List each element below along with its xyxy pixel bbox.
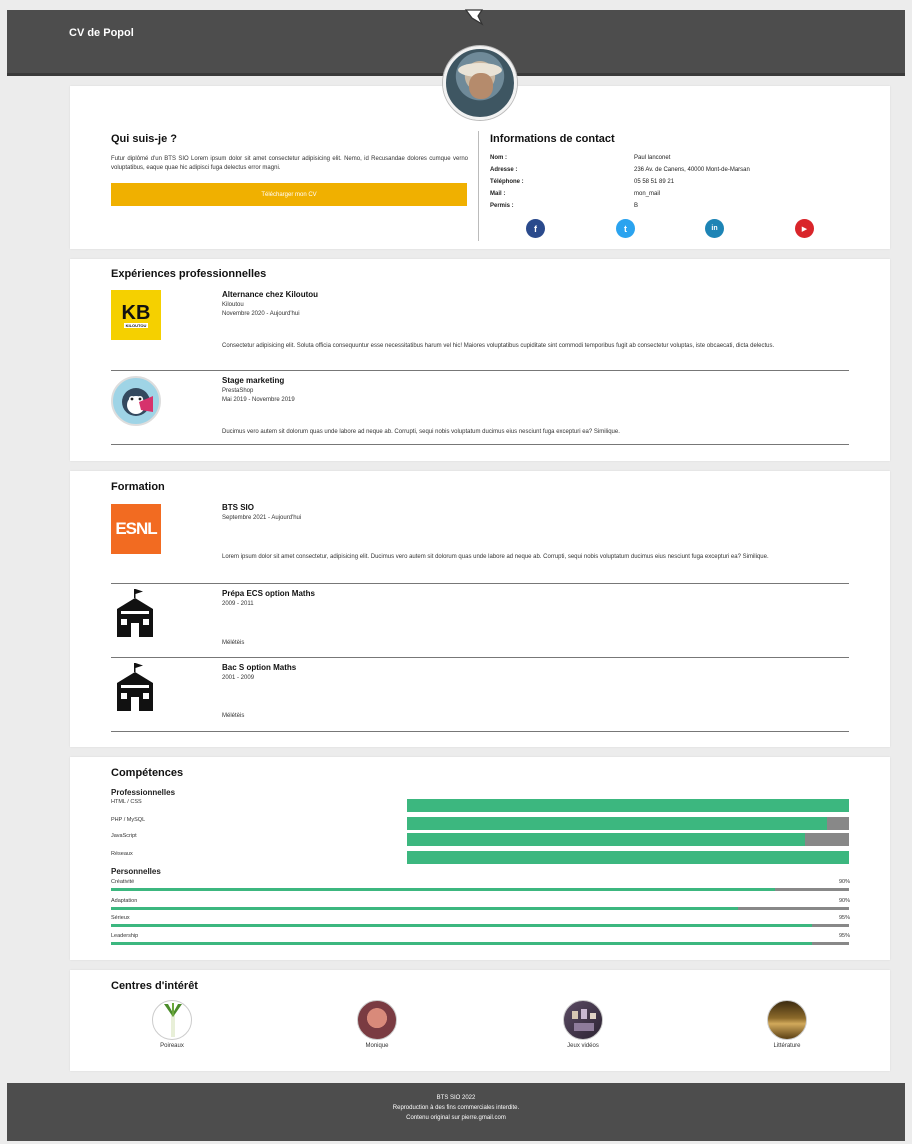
experiences-card: Expériences professionnelles KB KILOUTOU…: [70, 259, 890, 461]
skills-heading: Compétences: [111, 767, 184, 779]
skill-bar-fill: [407, 817, 827, 830]
personal-skills-heading: Personnelles: [111, 867, 161, 876]
experience-desc: Ducimus vero autem sit dolorum quas unde…: [222, 429, 620, 435]
prestashop-logo: [111, 376, 161, 426]
experience-dates: Novembre 2020 - Aujourd'hui: [222, 311, 300, 317]
about-heading: Qui suis-je ?: [111, 133, 178, 145]
skill-bar: [111, 942, 849, 945]
formation-title: Bac S option Maths: [222, 663, 297, 672]
about-text: Futur diplômé d'un BTS SIO Lorem ipsum d…: [111, 156, 468, 171]
divider: [111, 657, 849, 658]
formation-title: BTS SIO: [222, 503, 255, 512]
experience-dates: Mai 2019 - Novembre 2019: [222, 397, 295, 403]
skill-label: Adaptation: [111, 898, 138, 904]
avatar: [443, 46, 517, 120]
skill-bar: [111, 924, 849, 927]
skill-label: Leadership: [111, 933, 139, 939]
skill-label: JavaScript: [111, 833, 137, 839]
footer-line: Reproduction à des fins commerciales int…: [392, 1105, 520, 1111]
skill-bar-fill: [111, 907, 739, 910]
skill-percent: 90%: [838, 879, 850, 885]
formation-card: Formation ESNL BTS SIO Septembre 2021 - …: [70, 471, 890, 747]
interest-caption: Poireaux: [160, 1043, 184, 1049]
skill-percent: 95%: [838, 915, 850, 921]
leek-image: [152, 1000, 192, 1040]
skill-bar: [111, 907, 849, 910]
skill-bar-fill: [111, 888, 776, 891]
esnl-logo: ESNL: [111, 504, 161, 554]
youtube-icon[interactable]: ▶: [795, 219, 814, 238]
interest-caption: Monique: [365, 1043, 389, 1049]
interest-item: Poireaux: [132, 1000, 212, 1058]
formation-desc: Mélétèis: [222, 713, 245, 719]
skill-label: Réseaux: [111, 851, 133, 857]
interest-caption: Littérature: [773, 1043, 801, 1049]
divider: [111, 583, 849, 584]
video-games-image: [563, 1000, 603, 1040]
skill-bar-fill: [407, 799, 849, 812]
facebook-icon[interactable]: f: [526, 219, 545, 238]
skill-bar-fill: [407, 851, 849, 864]
formation-dates: 2009 - 2011: [222, 601, 254, 607]
interest-item: Littérature: [747, 1000, 827, 1058]
linkedin-icon[interactable]: in: [705, 219, 724, 238]
experience-title: Alternance chez Kiloutou: [222, 290, 319, 299]
twitter-icon[interactable]: t: [616, 219, 635, 238]
kiloutou-logo: KB KILOUTOU: [111, 290, 161, 340]
experience-company: PrestaShop: [222, 388, 254, 394]
skill-bar: [407, 799, 849, 812]
skill-bar: [111, 888, 849, 891]
divider: [111, 370, 849, 371]
skill-bar-fill: [111, 942, 813, 945]
skill-bar: [407, 851, 849, 864]
pro-skills-heading: Professionnelles: [111, 788, 176, 797]
download-cv-button[interactable]: Télécharger mon CV: [111, 183, 467, 206]
formation-title: Prépa ECS option Maths: [222, 589, 315, 598]
literature-image: [767, 1000, 807, 1040]
experiences-heading: Expériences professionnelles: [111, 268, 267, 280]
divider: [111, 731, 849, 732]
experience-title: Stage marketing: [222, 376, 285, 385]
formation-desc: Lorem ipsum dolor sit amet consectetur, …: [222, 554, 769, 560]
skill-label: Sérieux: [111, 915, 130, 921]
skill-label: HTML / CSS: [111, 799, 142, 805]
skill-percent: 90%: [838, 898, 850, 904]
about-divider: [478, 131, 479, 241]
interest-item: Monique: [337, 1000, 417, 1058]
school-icon: [117, 589, 153, 637]
experience-desc: Consectetur adipisicing elit. Soluta off…: [222, 343, 775, 349]
school-icon: [117, 663, 153, 711]
skill-bar: [407, 833, 849, 846]
interests-card: Centres d'intérêt Poireaux Monique Jeux …: [70, 970, 890, 1071]
skill-label: PHP / MySQL: [111, 817, 146, 823]
interest-caption: Jeux vidéos: [567, 1043, 599, 1049]
divider: [111, 444, 849, 445]
formation-dates: 2001 - 2009: [222, 675, 255, 681]
monique-image: [357, 1000, 397, 1040]
cursor-icon: [464, 9, 484, 26]
footer-line: BTS SIO 2022: [436, 1095, 476, 1101]
contact-heading: Informations de contact: [490, 133, 615, 145]
formation-dates: Septembre 2021 - Aujourd'hui: [222, 515, 302, 521]
experience-company: Kiloutou: [222, 302, 244, 308]
skill-percent: 95%: [838, 933, 850, 939]
skill-bar-fill: [407, 833, 805, 846]
formation-desc: Mélétèis: [222, 640, 245, 646]
footer-line: Contenu original sur pierre.gmail.com: [406, 1115, 506, 1121]
skill-bar-fill: [111, 924, 813, 927]
skills-card: Compétences Professionnelles Personnelle…: [70, 757, 890, 960]
page-title: CV de Popol: [69, 27, 134, 39]
skill-bar: [407, 817, 849, 830]
skill-label: Créativité: [111, 879, 135, 885]
formation-heading: Formation: [111, 481, 165, 493]
footer: BTS SIO 2022 Reproduction à des fins com…: [7, 1083, 905, 1141]
interest-item: Jeux vidéos: [543, 1000, 623, 1058]
interests-heading: Centres d'intérêt: [111, 980, 198, 992]
